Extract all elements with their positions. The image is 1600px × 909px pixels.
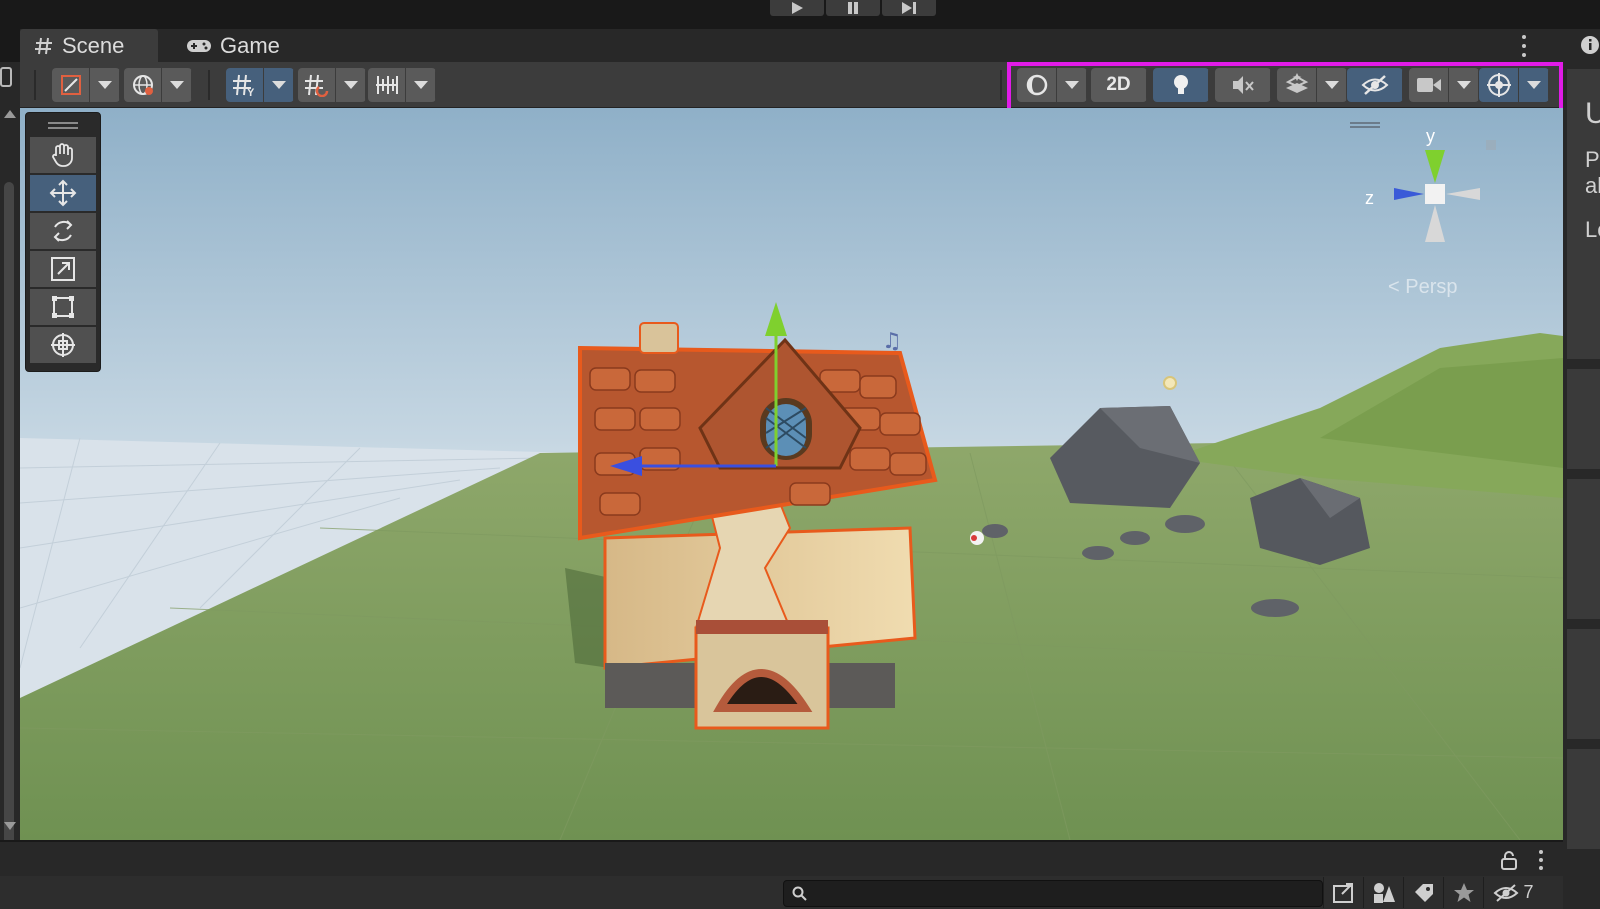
scrollbar-thumb[interactable] xyxy=(4,182,14,872)
view-options-highlight xyxy=(1007,62,1563,112)
step-icon xyxy=(902,2,916,14)
tab-bar: Scene Game xyxy=(20,29,1563,62)
scroll-down-icon xyxy=(4,822,16,830)
chevron-down-icon xyxy=(271,81,286,89)
filter-by-label-button[interactable] xyxy=(1403,877,1443,908)
inspector-heading-fragment: U xyxy=(1585,97,1600,130)
panel-edge-icon xyxy=(0,67,12,87)
play-icon xyxy=(792,2,803,14)
play-button[interactable] xyxy=(770,0,824,16)
tab-scene-label: Scene xyxy=(62,32,125,58)
scene-search-icon xyxy=(1332,882,1353,903)
left-scrollbar[interactable] xyxy=(0,62,20,872)
tab-more-menu[interactable] xyxy=(1521,35,1527,57)
search-icon xyxy=(792,886,807,901)
project-toolbar: 7 xyxy=(0,876,1563,909)
grid-snap-dropdown[interactable] xyxy=(336,68,366,102)
scale-tool-button[interactable] xyxy=(30,251,96,287)
more-icon xyxy=(1539,850,1543,854)
tool-handle-group xyxy=(52,68,120,102)
ruler-icon xyxy=(375,76,398,94)
increment-snap-group xyxy=(368,68,436,102)
chevron-down-icon xyxy=(343,81,358,89)
chevron-down-icon xyxy=(413,81,428,89)
eye-hidden-icon xyxy=(1493,883,1519,902)
hidden-count: 7 xyxy=(1523,882,1534,902)
global-local-button[interactable] xyxy=(124,68,162,102)
move-arrows-icon xyxy=(49,179,77,207)
rect-tool-button[interactable] xyxy=(30,289,96,325)
rotate-tool-button[interactable] xyxy=(30,213,96,249)
transform-tools-overlay xyxy=(25,112,101,372)
inspector-section xyxy=(1567,749,1600,849)
gizmo-z-label: z xyxy=(1365,188,1374,208)
more-icon xyxy=(1522,35,1526,39)
filter-by-type-button[interactable] xyxy=(1363,877,1403,908)
pause-button[interactable] xyxy=(826,0,880,16)
hand-icon xyxy=(52,143,73,167)
scene-render: ♫ xyxy=(20,108,1563,840)
snap-grid-icon xyxy=(304,74,328,97)
play-controls-bar xyxy=(0,0,1600,16)
tab-game-label: Game xyxy=(220,32,280,58)
gizmo-y-label: y xyxy=(1426,126,1435,146)
overlay-drag-handle[interactable] xyxy=(26,113,100,137)
move-tool-button[interactable] xyxy=(30,175,96,211)
globe-icon xyxy=(132,75,153,95)
inspector-section xyxy=(1567,279,1600,359)
scroll-up-icon xyxy=(4,110,16,118)
rect-transform-icon xyxy=(52,296,74,318)
info-icon xyxy=(1581,36,1599,54)
global-local-dropdown[interactable] xyxy=(162,68,192,102)
chevron-down-icon xyxy=(169,81,184,89)
inspector-text-fragment-3: Lo xyxy=(1585,217,1600,242)
tool-handle-dropdown[interactable] xyxy=(90,68,120,102)
lock-icon[interactable] xyxy=(1500,850,1518,870)
chevron-down-icon xyxy=(97,81,112,89)
tag-icon xyxy=(1414,883,1433,902)
increment-snap-button[interactable] xyxy=(368,68,406,102)
hidden-packages-button[interactable]: 7 xyxy=(1483,877,1543,908)
tool-handle-position-button[interactable] xyxy=(52,68,90,102)
step-button[interactable] xyxy=(882,0,936,16)
rotate-icon xyxy=(53,220,73,242)
grid-snap-group xyxy=(298,68,366,102)
pause-icon xyxy=(848,2,858,14)
inspector-panel: U P al Lo xyxy=(1563,29,1600,909)
projection-toggle[interactable]: < Persp xyxy=(1388,276,1457,299)
unity-editor: Scene Game Y 2D ♫ y z < Persp U P al L 7 xyxy=(0,0,1600,909)
scene-viewport[interactable]: ♫ y z < Persp xyxy=(20,108,1563,840)
inspector-text-fragment-2: al xyxy=(1585,173,1600,198)
search-field[interactable] xyxy=(783,880,1323,907)
shapes-icon xyxy=(1373,882,1395,903)
hierarchy-header-bar xyxy=(0,840,1563,876)
increment-snap-dropdown[interactable] xyxy=(406,68,436,102)
pivot-center-icon xyxy=(60,75,81,95)
transform-icon xyxy=(51,333,75,357)
inspector-text-fragment-1: P xyxy=(1585,147,1600,172)
grid-y-icon: Y xyxy=(232,74,255,97)
gamepad-icon xyxy=(187,39,211,52)
panel-more-menu[interactable] xyxy=(1538,850,1544,870)
tool-handle-rotation-group xyxy=(124,68,192,102)
grid-visibility-button[interactable]: Y xyxy=(226,68,264,102)
inspector-section xyxy=(1567,479,1600,619)
star-icon xyxy=(1453,882,1474,902)
tab-scene[interactable]: Scene xyxy=(20,29,158,62)
grid-snap-button[interactable] xyxy=(298,68,336,102)
grid-visibility-dropdown[interactable] xyxy=(264,68,294,102)
favorites-button[interactable] xyxy=(1443,877,1483,908)
transform-tool-button[interactable] xyxy=(30,327,96,363)
inspector-section xyxy=(1567,629,1600,739)
search-by-scene-button[interactable] xyxy=(1323,877,1363,908)
scale-icon xyxy=(51,257,75,281)
svg-text:♫: ♫ xyxy=(882,329,902,354)
inspector-section xyxy=(1567,369,1600,469)
hash-icon xyxy=(35,37,52,54)
grid-snapping-group: Y xyxy=(226,68,294,102)
svg-text:Y: Y xyxy=(247,87,255,97)
hand-tool-button[interactable] xyxy=(30,137,96,173)
tab-game[interactable]: Game xyxy=(172,29,294,62)
